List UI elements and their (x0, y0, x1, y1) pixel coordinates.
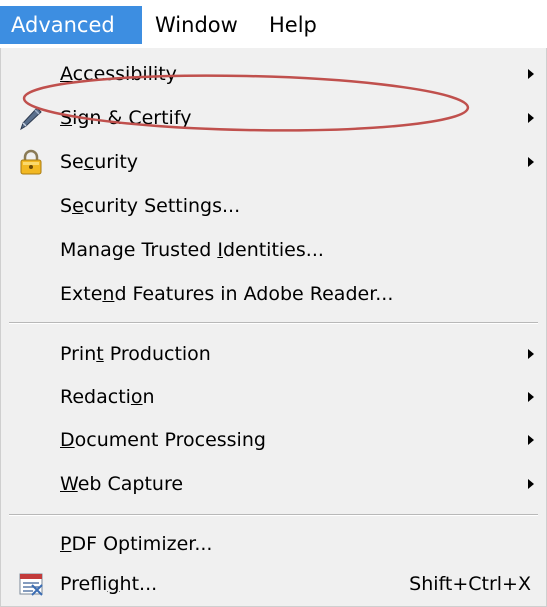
menu-item-preflight[interactable]: Preflight... Shift+Ctrl+X (1, 564, 546, 604)
submenu-arrow-icon (528, 479, 534, 489)
menu-item-label: Extend Features in Adobe Reader... (60, 283, 394, 305)
submenu-arrow-icon (528, 157, 534, 167)
menu-item-redaction[interactable]: Redaction (1, 377, 546, 417)
menu-item-print-production[interactable]: Print Production (1, 334, 546, 374)
menu-separator (9, 514, 538, 516)
submenu-arrow-icon (528, 349, 534, 359)
menu-item-web-capture[interactable]: Web Capture (1, 464, 546, 504)
submenu-arrow-icon (528, 69, 534, 79)
menu-item-label: Manage Trusted Identities... (60, 239, 324, 261)
menu-item-label: PDF Optimizer... (60, 533, 213, 555)
menu-item-manage-trusted-identities[interactable]: Manage Trusted Identities... (1, 230, 546, 270)
menu-item-label: Document Processing (60, 429, 266, 451)
menubar-help[interactable]: Help (258, 6, 338, 44)
keyboard-shortcut: Shift+Ctrl+X (409, 573, 531, 595)
menubar-advanced[interactable]: Advanced (0, 6, 142, 44)
submenu-arrow-icon (528, 113, 534, 123)
lock-icon (18, 149, 44, 175)
menu-item-document-processing[interactable]: Document Processing (1, 420, 546, 460)
menubar-window[interactable]: Window (144, 6, 258, 44)
preflight-icon (18, 571, 44, 597)
menu-item-label: Print Production (60, 343, 211, 365)
menu-item-pdf-optimizer[interactable]: PDF Optimizer... (1, 524, 546, 564)
submenu-arrow-icon (528, 435, 534, 445)
menu-bar: Advanced Window Help (0, 0, 547, 48)
menu-item-label: Redaction (60, 386, 155, 408)
highlight-ellipse-annotation (22, 74, 470, 132)
menu-item-label: Security Settings... (60, 195, 241, 217)
menu-item-security-settings[interactable]: Security Settings... (1, 186, 546, 226)
menu-item-label: Web Capture (60, 473, 184, 495)
menu-item-extend-features[interactable]: Extend Features in Adobe Reader... (1, 274, 546, 314)
menu-separator (9, 322, 538, 324)
submenu-arrow-icon (528, 392, 534, 402)
menu-item-label: Preflight... (60, 573, 158, 595)
